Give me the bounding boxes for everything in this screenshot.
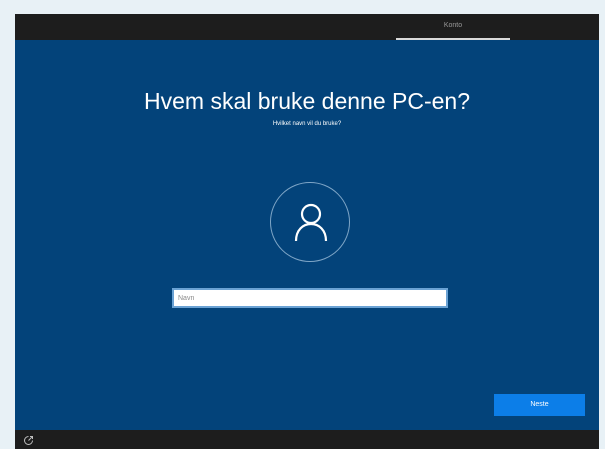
next-button[interactable]: Neste	[494, 394, 585, 416]
page-title: Hvem skal bruke denne PC-en?	[144, 88, 470, 114]
bottom-bar	[15, 430, 599, 449]
tab-konto[interactable]: Konto	[396, 14, 510, 40]
ease-of-access-icon[interactable]	[23, 435, 34, 446]
top-bar: Konto	[15, 14, 599, 40]
window-frame-right	[599, 14, 605, 449]
avatar	[270, 182, 350, 262]
page-subtitle: Hvilket navn vil du bruke?	[272, 121, 342, 127]
window-frame-left	[0, 14, 15, 449]
user-icon	[294, 203, 328, 242]
name-input[interactable]	[172, 288, 448, 308]
setup-panel: Hvem skal bruke denne PC-en? Hvilket nav…	[15, 40, 599, 430]
window-frame-top	[0, 0, 605, 14]
